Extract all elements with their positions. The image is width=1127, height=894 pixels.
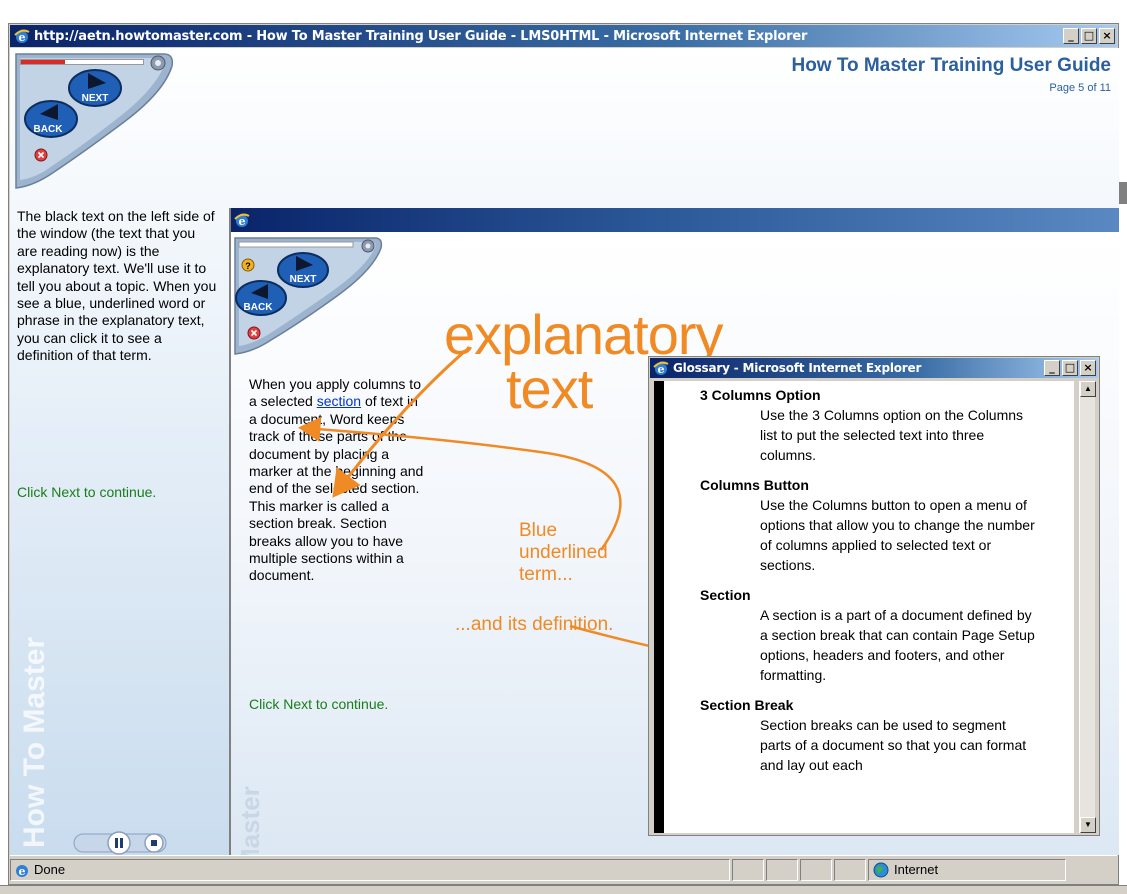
inner-watermark: Master xyxy=(235,786,265,855)
callout-text: text xyxy=(506,357,593,420)
window-title: http://aetn.howtomaster.com - How To Mas… xyxy=(34,28,808,44)
glossary-definition: Section breaks can be used to segment pa… xyxy=(760,717,1027,773)
glossary-entry: Columns Button Use the Columns button to… xyxy=(700,477,1074,575)
next-hint: Click Next to continue. xyxy=(17,484,157,500)
security-zone: Internet xyxy=(868,858,1066,881)
title-bar[interactable]: e http://aetn.howtomaster.com - How To M… xyxy=(10,25,1117,47)
zone-label: Internet xyxy=(894,862,939,877)
progress-bar xyxy=(20,59,144,65)
status-cell xyxy=(732,858,764,881)
status-done-panel: e Done xyxy=(10,858,730,881)
callout-blue-line-2: underlined xyxy=(519,542,608,563)
watermark-logo: How To Master xyxy=(18,637,51,848)
maximize-button[interactable]: □ xyxy=(1062,360,1078,376)
ie-icon: e xyxy=(14,29,30,44)
ie-icon: e xyxy=(234,213,250,228)
media-controls xyxy=(73,831,167,855)
glossary-definition: Use the Columns button to open a menu of… xyxy=(760,497,1035,573)
close-button[interactable]: × xyxy=(1099,28,1115,44)
maximize-button[interactable]: □ xyxy=(1081,28,1097,44)
page-counter: Page 5 of 11 xyxy=(1049,82,1111,94)
glossary-title: Glossary - Microsoft Internet Explorer xyxy=(673,361,922,375)
stop-button[interactable] xyxy=(144,833,164,853)
svg-text:e: e xyxy=(239,215,246,228)
inner-back-button[interactable]: BACK xyxy=(235,280,287,316)
inner-explanatory-text: When you apply columns to a selected sec… xyxy=(249,376,429,585)
pause-button[interactable] xyxy=(107,831,131,855)
scroll-edge xyxy=(1119,182,1127,204)
inner-back-label: BACK xyxy=(244,302,274,313)
minimize-button[interactable]: _ xyxy=(1044,360,1060,376)
inner-control-pod: ? NEXT BACK xyxy=(233,236,383,356)
speaker-icon[interactable] xyxy=(150,55,166,71)
minimize-button[interactable]: _ xyxy=(1063,28,1079,44)
status-cell xyxy=(766,858,798,881)
callout-definition: ...and its definition. xyxy=(455,614,614,635)
page-icon: e xyxy=(16,864,28,878)
scroll-down-button[interactable]: ▼ xyxy=(1080,817,1096,833)
glossary-definition: A section is a part of a document define… xyxy=(760,607,1035,683)
svg-text:e: e xyxy=(19,31,26,44)
inner-title-bar[interactable]: e xyxy=(231,208,1119,232)
callout-blue-line-1: Blue xyxy=(519,520,558,541)
exit-icon[interactable] xyxy=(247,326,261,340)
next-label: NEXT xyxy=(82,93,109,104)
watermark-text: How To Master xyxy=(18,637,51,848)
inner-next-hint: Click Next to continue. xyxy=(249,696,389,712)
status-cell xyxy=(800,858,832,881)
glossary-title-bar[interactable]: e Glossary - Microsoft Internet Explorer… xyxy=(650,358,1098,378)
speaker-icon[interactable] xyxy=(361,239,375,253)
callout-blue-term: Blue underlined term... xyxy=(519,520,608,586)
help-icon[interactable]: ? xyxy=(241,258,255,272)
close-button[interactable]: × xyxy=(1080,360,1096,376)
inner-text-after: of text in a document, Word keeps track … xyxy=(249,393,424,584)
svg-text:?: ? xyxy=(245,261,251,271)
taskbar-edge xyxy=(0,885,1127,894)
back-button[interactable]: BACK xyxy=(24,100,78,138)
glossary-term: 3 Columns Option xyxy=(700,387,821,403)
glossary-window: e Glossary - Microsoft Internet Explorer… xyxy=(648,356,1100,836)
glossary-term: Section Break xyxy=(700,697,794,713)
glossary-term: Section xyxy=(700,587,751,603)
glossary-term-link[interactable]: section xyxy=(317,393,361,409)
globe-icon xyxy=(873,862,889,877)
glossary-scrollbar[interactable]: ▲ ▼ xyxy=(1079,381,1096,833)
inner-next-label: NEXT xyxy=(290,274,317,285)
progress-fill xyxy=(21,60,65,64)
explanatory-text: The black text on the left side of the w… xyxy=(17,208,217,364)
ie-icon: e xyxy=(653,361,669,376)
glossary-definition: Use the 3 Columns option on the Columns … xyxy=(760,407,1024,463)
exit-icon[interactable] xyxy=(34,148,48,162)
page-title: How To Master Training User Guide xyxy=(791,55,1111,76)
control-pod: NEXT BACK xyxy=(14,52,174,192)
svg-text:e: e xyxy=(19,865,26,878)
status-cell xyxy=(834,858,866,881)
svg-text:e: e xyxy=(658,363,665,376)
glossary-entry: Section Break Section breaks can be used… xyxy=(700,697,1074,775)
status-bar: e Done Internet xyxy=(10,855,1117,883)
glossary-entry: 3 Columns Option Use the 3 Columns optio… xyxy=(700,387,1074,465)
inner-watermark-text: Master xyxy=(235,786,265,855)
glossary-content: 3 Columns Option Use the 3 Columns optio… xyxy=(654,381,1074,833)
glossary-entry: Section A section is a part of a documen… xyxy=(700,587,1074,685)
status-text: Done xyxy=(34,862,66,877)
scroll-up-button[interactable]: ▲ xyxy=(1080,381,1096,397)
callout-blue-line-3: term... xyxy=(519,564,573,585)
glossary-term: Columns Button xyxy=(700,477,809,493)
back-label: BACK xyxy=(34,124,64,135)
